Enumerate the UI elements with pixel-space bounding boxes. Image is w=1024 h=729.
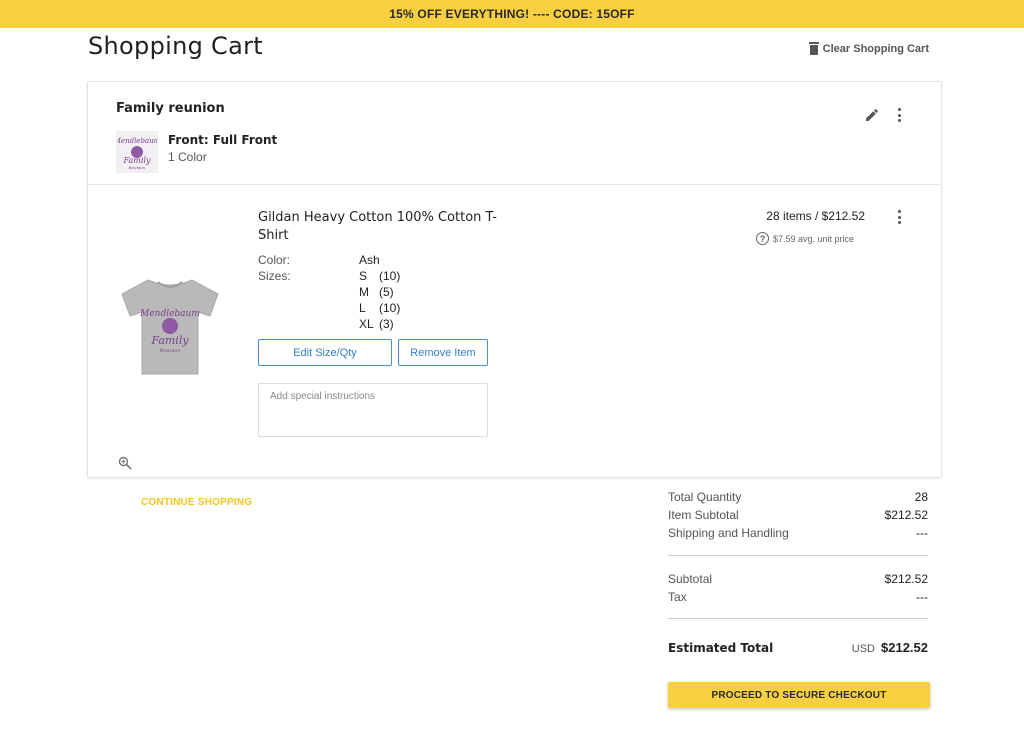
- pencil-icon[interactable]: [864, 107, 880, 123]
- color-count: 1 Color: [168, 150, 207, 164]
- product-name[interactable]: Gildan Heavy Cotton 100% Cotton T-Shirt: [258, 209, 498, 245]
- design-art-text-1: Mendlebaum: [117, 137, 157, 145]
- design-art-text-3: Reunion: [128, 165, 146, 170]
- size-qty: (3): [379, 317, 394, 331]
- total-quantity-label: Total Quantity: [668, 490, 742, 504]
- special-instructions-input[interactable]: [258, 383, 488, 437]
- size-name: S: [359, 269, 368, 283]
- design-more-icon[interactable]: [897, 108, 901, 122]
- avg-unit-price-text: $7.59 avg. unit price: [773, 233, 855, 244]
- estimated-total-row: Estimated Total USD $212.52: [668, 640, 928, 655]
- size-qty: (5): [379, 285, 394, 299]
- item-subtotal-row: Item Subtotal $212.52: [668, 508, 928, 522]
- estimated-total-value: $212.52: [881, 640, 928, 655]
- clear-cart-button[interactable]: Clear Shopping Cart: [808, 42, 929, 55]
- subtotal-label: Subtotal: [668, 572, 713, 586]
- summary-divider: [668, 555, 928, 556]
- product-image[interactable]: Mendlebaum Family Reunion: [118, 272, 222, 382]
- subtotal-row: Subtotal $212.52: [668, 572, 928, 586]
- edit-size-qty-button[interactable]: Edit Size/Qty: [258, 339, 392, 366]
- tax-label: Tax: [668, 590, 687, 604]
- size-row: XL (3): [359, 317, 394, 331]
- print-location: Front: Full Front: [168, 133, 278, 147]
- shipping-value: ---: [916, 526, 928, 540]
- page-title: Shopping Cart: [88, 32, 263, 60]
- summary-divider: [668, 618, 928, 619]
- remove-item-button[interactable]: Remove Item: [398, 339, 488, 366]
- shipping-row: Shipping and Handling ---: [668, 526, 928, 540]
- design-art-text-2: Family: [123, 156, 151, 165]
- size-row: L (10): [359, 301, 400, 315]
- item-subtotal-value: $212.52: [884, 508, 928, 522]
- tax-value: ---: [916, 590, 928, 604]
- estimated-total: USD $212.52: [852, 640, 928, 655]
- size-qty: (10): [379, 269, 401, 283]
- total-quantity-row: Total Quantity 28: [668, 490, 928, 504]
- shipping-label: Shipping and Handling: [668, 526, 789, 540]
- size-qty: (10): [379, 301, 401, 315]
- item-subtotal-label: Item Subtotal: [668, 508, 739, 522]
- question-icon[interactable]: ?: [756, 232, 769, 245]
- clear-cart-label: Clear Shopping Cart: [822, 42, 929, 55]
- color-label: Color:: [258, 253, 291, 267]
- avg-unit-price: ? $7.59 avg. unit price: [756, 232, 854, 245]
- size-row: M (5): [359, 285, 394, 299]
- item-more-icon[interactable]: [897, 210, 901, 224]
- total-quantity-value: 28: [914, 490, 928, 504]
- size-name: L: [359, 301, 366, 315]
- estimated-total-label: Estimated Total: [668, 640, 774, 655]
- shirt-art-text-2: Family: [150, 334, 189, 347]
- cart-item-card: Family reunion Mendlebaum Family Reunion…: [87, 81, 942, 478]
- design-name: Family reunion: [116, 101, 225, 116]
- color-value: Ash: [359, 253, 380, 267]
- design-header: Family reunion Mendlebaum Family Reunion…: [88, 82, 941, 185]
- subtotal-value: $212.52: [884, 572, 928, 586]
- tax-row: Tax ---: [668, 590, 928, 604]
- size-name: M: [359, 285, 369, 299]
- continue-shopping-link[interactable]: CONTINUE SHOPPING: [141, 497, 252, 508]
- size-name: XL: [359, 317, 374, 331]
- sizes-label: Sizes:: [258, 269, 291, 283]
- promo-banner: 15% OFF EVERYTHING! ---- CODE: 15OFF: [0, 0, 1024, 28]
- shirt-art-text-1: Mendlebaum: [139, 309, 200, 319]
- zoom-in-icon[interactable]: [118, 456, 132, 470]
- size-row: S (10): [359, 269, 400, 283]
- currency-code: USD: [851, 643, 875, 655]
- design-artwork: Mendlebaum Family Reunion: [117, 137, 157, 170]
- design-thumbnail[interactable]: Mendlebaum Family Reunion: [116, 131, 158, 173]
- line-item-total: 28 items / $212.52: [766, 209, 865, 223]
- shirt-art-text-3: Reunion: [159, 348, 181, 354]
- trash-icon: [808, 42, 819, 55]
- proceed-to-checkout-button[interactable]: PROCEED TO SECURE CHECKOUT: [668, 682, 930, 708]
